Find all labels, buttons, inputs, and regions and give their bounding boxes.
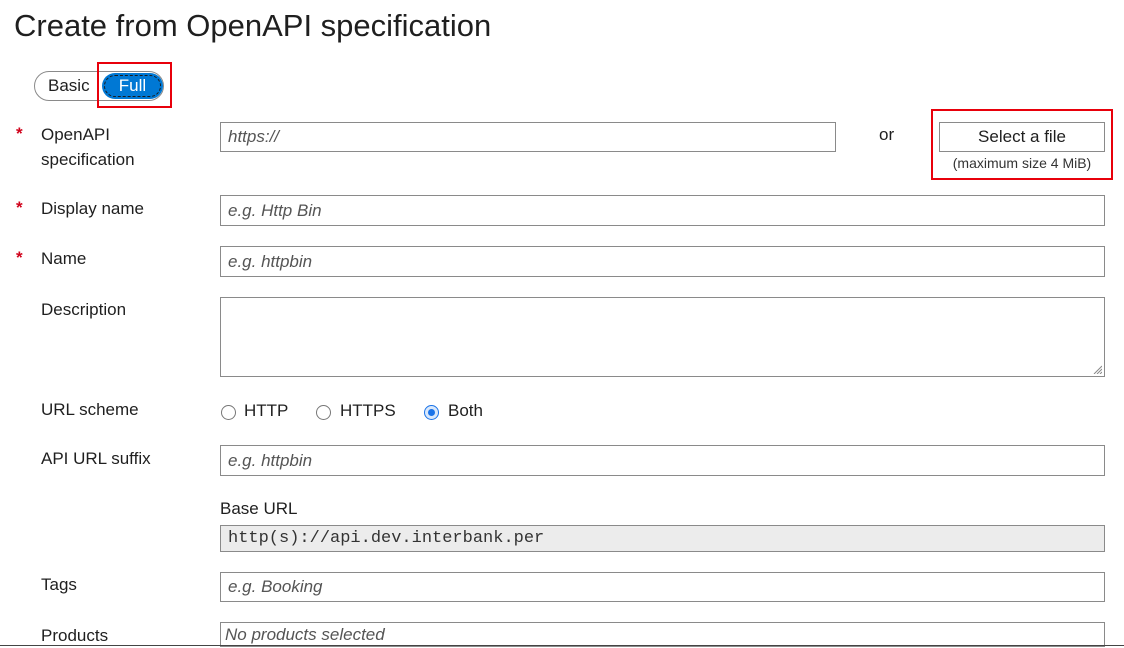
name-input[interactable]: e.g. httpbin xyxy=(220,246,1105,277)
api-url-suffix-placeholder: e.g. httpbin xyxy=(228,450,313,470)
openapi-spec-label: OpenAPI specification xyxy=(41,122,135,172)
radio-http-label[interactable]: HTTP xyxy=(244,401,288,421)
name-placeholder: e.g. httpbin xyxy=(228,251,313,271)
openapi-spec-placeholder: https:// xyxy=(228,127,280,146)
mode-basic-option[interactable]: Basic xyxy=(48,76,90,96)
select-file-button[interactable]: Select a file xyxy=(939,122,1105,152)
api-url-suffix-input[interactable]: e.g. httpbin xyxy=(220,445,1105,476)
radio-https-label[interactable]: HTTPS xyxy=(340,401,396,421)
description-textarea[interactable] xyxy=(220,297,1105,377)
radio-both-label[interactable]: Both xyxy=(448,401,483,421)
products-placeholder: No products selected xyxy=(225,624,385,644)
display-name-label: Display name xyxy=(41,199,144,218)
resize-handle-icon[interactable] xyxy=(1092,364,1102,374)
page-title: Create from OpenAPI specification xyxy=(14,8,492,43)
radio-both[interactable] xyxy=(424,405,439,420)
bottom-divider xyxy=(0,645,1124,646)
required-marker: * xyxy=(16,124,23,143)
products-select[interactable]: No products selected xyxy=(220,622,1105,647)
base-url-value: http(s)://api.dev.interbank.per xyxy=(228,529,545,548)
display-name-placeholder: e.g. Http Bin xyxy=(228,200,322,220)
required-marker: * xyxy=(16,248,23,267)
or-text: or xyxy=(879,125,895,144)
api-url-suffix-label: API URL suffix xyxy=(41,449,151,468)
description-label: Description xyxy=(41,300,127,319)
base-url-label: Base URL xyxy=(220,499,298,518)
file-size-note: (maximum size 4 MiB) xyxy=(952,155,1092,171)
required-marker: * xyxy=(16,198,23,217)
display-name-input[interactable]: e.g. Http Bin xyxy=(220,195,1105,226)
openapi-spec-label-line1: OpenAPI xyxy=(41,125,110,144)
tags-placeholder: e.g. Booking xyxy=(228,577,323,596)
tags-input[interactable]: e.g. Booking xyxy=(220,572,1105,602)
base-url-field: http(s)://api.dev.interbank.per xyxy=(220,525,1105,552)
openapi-spec-url-input[interactable]: https:// xyxy=(220,122,836,152)
mode-full-option[interactable]: Full xyxy=(102,73,163,99)
name-label: Name xyxy=(41,249,87,268)
openapi-spec-label-line2: specification xyxy=(41,150,135,169)
radio-http[interactable] xyxy=(221,405,236,420)
tags-label: Tags xyxy=(41,575,77,594)
url-scheme-label: URL scheme xyxy=(41,400,139,419)
radio-https[interactable] xyxy=(316,405,331,420)
